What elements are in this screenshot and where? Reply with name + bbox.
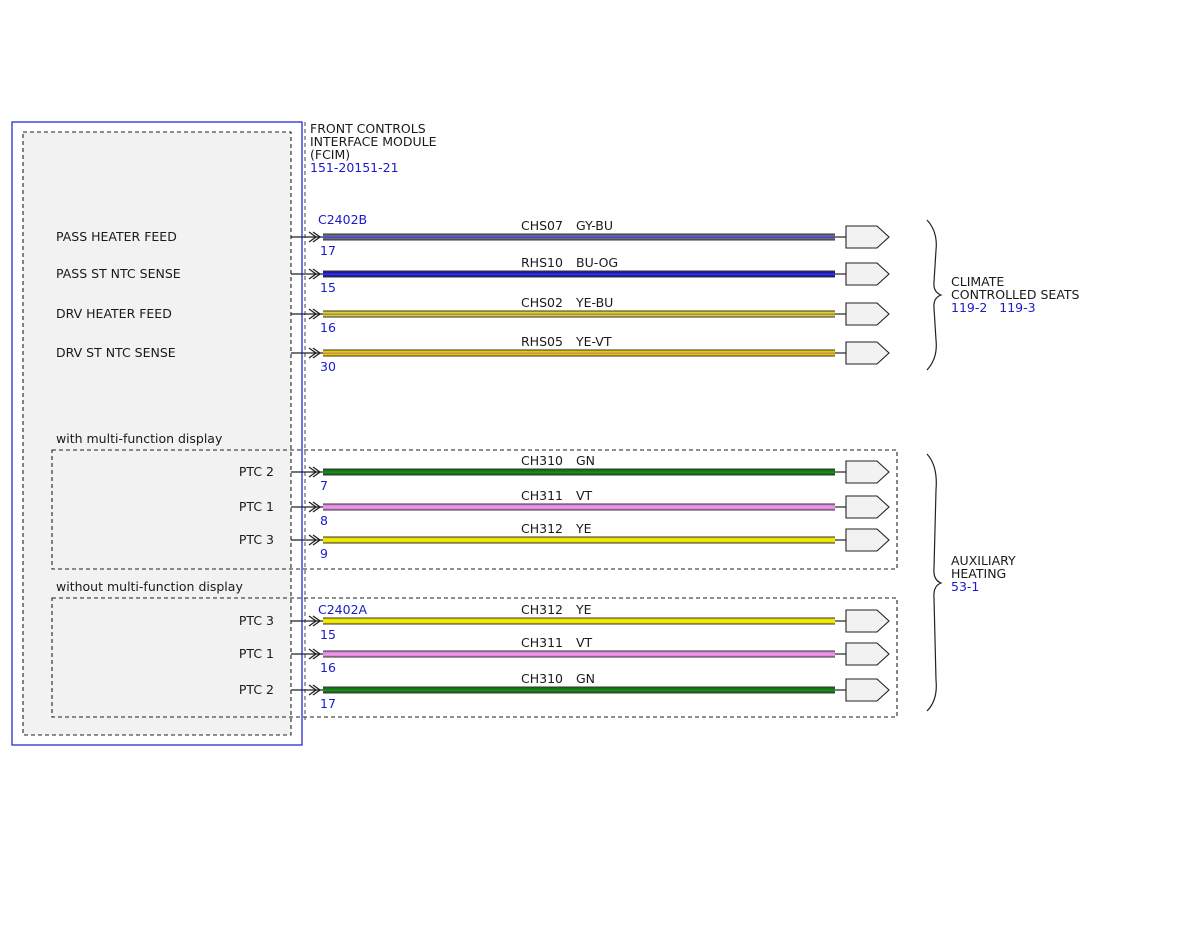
circuit-id: CH311: [521, 635, 563, 650]
signal-label: DRV HEATER FEED: [56, 306, 172, 321]
module-ref: 151-20151-21: [310, 160, 399, 175]
wire-stripe: [323, 691, 835, 693]
signal-label: PTC 1: [239, 646, 274, 661]
wire-color-code: GY-BU: [576, 218, 613, 233]
wiring-diagram: FRONT CONTROLS INTERFACE MODULE (FCIM) 1…: [11, 121, 1080, 746]
signal-label: PASS ST NTC SENSE: [56, 266, 181, 281]
wire-stripe: [323, 689, 835, 691]
pin-number: 17: [320, 696, 336, 711]
wire-stripe: [323, 618, 835, 621]
pin-number: 30: [320, 359, 336, 374]
wire-stripe: [323, 539, 835, 541]
wire-stripe: [323, 504, 835, 507]
wire-stripe: [323, 508, 835, 510]
pin-number: 15: [320, 280, 336, 295]
wire-stripe: [323, 537, 835, 540]
circuit-id: CH310: [521, 671, 563, 686]
connector-c2402b: C2402B: [318, 212, 367, 227]
circuit-row: PTC 1 16 CH311 VT: [239, 635, 890, 675]
circuit-row: PTC 2 7 CH310 GN: [239, 453, 890, 493]
circuit-id: RHS10: [521, 255, 563, 270]
section-with-mfd: with multi-function display: [56, 431, 223, 446]
circuit-row: PTC 3 9 CH312 YE: [239, 521, 890, 561]
wire-color-code: VT: [576, 635, 593, 650]
wire-color-code: GN: [576, 671, 595, 686]
wire-stripe: [323, 273, 835, 275]
signal-label: PTC 3: [239, 613, 274, 628]
wire-stripe: [323, 622, 835, 624]
wire-stripe: [323, 620, 835, 622]
wire-stripe: [323, 238, 835, 240]
connector-arrow-icon: [845, 302, 890, 326]
signal-label: DRV ST NTC SENSE: [56, 345, 176, 360]
wire-stripe: [323, 350, 835, 353]
wire-stripe: [323, 352, 835, 354]
circuit-id: CHS02: [521, 295, 563, 310]
connector-arrow-icon: [845, 341, 890, 365]
wire-stripe: [323, 311, 835, 314]
connector-arrow-icon: [845, 225, 890, 249]
wire-stripe: [323, 653, 835, 655]
wire-stripe: [323, 234, 835, 237]
wire-color-code: VT: [576, 488, 593, 503]
pin-number: 15: [320, 627, 336, 642]
signal-label: PASS HEATER FEED: [56, 229, 177, 244]
signal-label: PTC 2: [239, 682, 274, 697]
circuit-row: PTC 2 17 CH310 GN: [239, 671, 890, 711]
wire-stripe: [323, 541, 835, 543]
wire-color-code: GN: [576, 453, 595, 468]
pin-number: 17: [320, 243, 336, 258]
circuit-id: CH312: [521, 602, 563, 617]
wire-stripe: [323, 313, 835, 315]
wire-stripe: [323, 354, 835, 356]
connector-arrow-icon: [845, 528, 890, 552]
section-without-mfd: without multi-function display: [56, 579, 243, 594]
wire-stripe: [323, 655, 835, 657]
pin-number: 7: [320, 478, 328, 493]
signal-label: PTC 1: [239, 499, 274, 514]
wire-stripe: [323, 651, 835, 654]
circuit-id: CH312: [521, 521, 563, 536]
connector-arrow-icon: [845, 609, 890, 633]
signal-label: PTC 2: [239, 464, 274, 479]
wire-color-code: BU-OG: [576, 255, 618, 270]
connector-c2402a: C2402A: [318, 602, 368, 617]
connector-arrow-icon: [845, 495, 890, 519]
wire-stripe: [323, 473, 835, 475]
connector-arrow-icon: [845, 460, 890, 484]
pin-number: 16: [320, 320, 336, 335]
wire-stripe: [323, 271, 835, 274]
circuit-id: CHS07: [521, 218, 563, 233]
connector-arrow-icon: [845, 642, 890, 666]
circuit-id: RHS05: [521, 334, 563, 349]
wire-color-code: YE: [575, 602, 592, 617]
wire-stripe: [323, 469, 835, 472]
wire-stripe: [323, 506, 835, 508]
wire-color-code: YE-VT: [575, 334, 612, 349]
wire-stripe: [323, 236, 835, 238]
connector-arrow-icon: [845, 262, 890, 286]
pin-number: 9: [320, 546, 328, 561]
connector-arrow-icon: [845, 678, 890, 702]
pin-number: 8: [320, 513, 328, 528]
wire-stripe: [323, 315, 835, 317]
signal-label: PTC 3: [239, 532, 274, 547]
aux-brace: [926, 453, 943, 712]
circuit-row: PTC 1 8 CH311 VT: [239, 488, 890, 528]
wire-stripe: [323, 687, 835, 690]
wire-color-code: YE: [575, 521, 592, 536]
seats-refs: 119-2 119-3: [951, 300, 1036, 315]
wire-stripe: [323, 275, 835, 277]
circuit-id: CH310: [521, 453, 563, 468]
circuit-id: CH311: [521, 488, 563, 503]
pin-number: 16: [320, 660, 336, 675]
seats-brace: [926, 219, 943, 371]
wire-color-code: YE-BU: [575, 295, 613, 310]
aux-refs: 53-1: [951, 579, 979, 594]
wire-stripe: [323, 471, 835, 473]
